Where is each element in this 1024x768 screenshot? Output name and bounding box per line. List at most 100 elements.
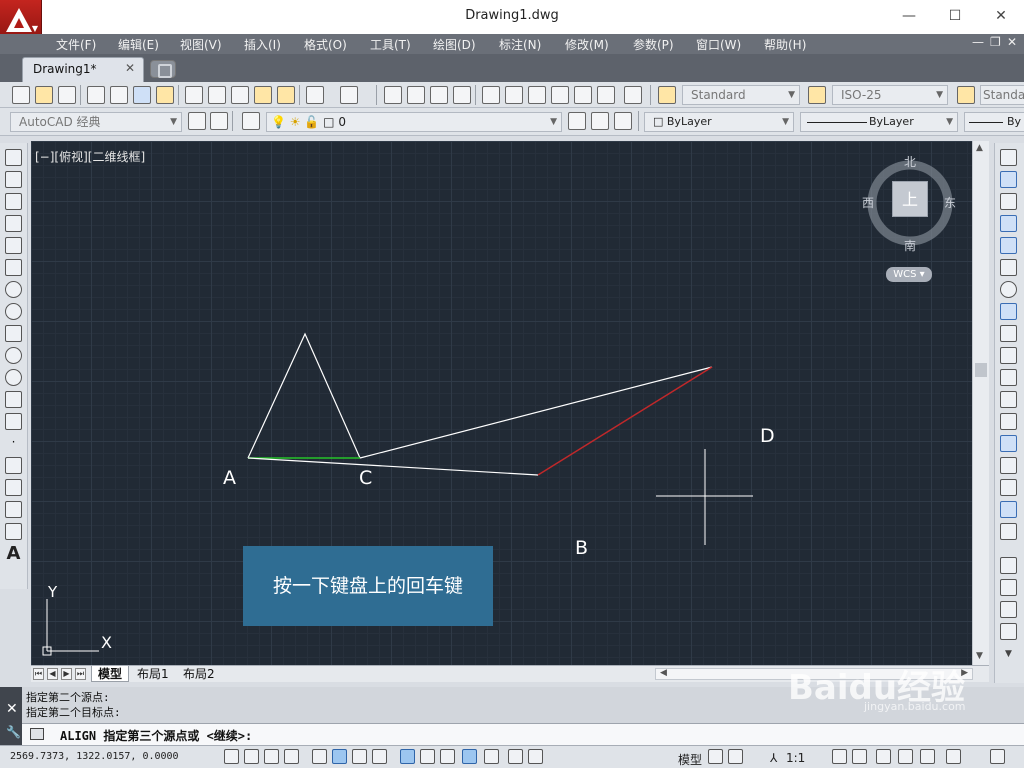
menu-help[interactable]: 帮助(H) bbox=[764, 36, 806, 53]
vertical-scrollbar[interactable]: ▲ ▼ bbox=[972, 141, 989, 665]
offset-icon[interactable] bbox=[1000, 215, 1017, 232]
lineweight-icon[interactable] bbox=[440, 749, 455, 764]
dim-style-icon[interactable] bbox=[808, 86, 826, 104]
polygon-icon[interactable] bbox=[5, 215, 22, 232]
menu-window[interactable]: 窗口(W) bbox=[696, 36, 741, 53]
scroll-down-icon[interactable]: ▼ bbox=[976, 651, 983, 661]
break-at-point-icon[interactable] bbox=[1000, 391, 1017, 408]
circle-icon[interactable] bbox=[5, 281, 22, 298]
plot-preview-icon[interactable] bbox=[110, 86, 128, 104]
menu-modify[interactable]: 修改(M) bbox=[565, 36, 609, 53]
stretch-icon[interactable] bbox=[1000, 325, 1017, 342]
color-select[interactable]: □ ByLayer ▼ bbox=[644, 112, 794, 132]
dim-style-select[interactable]: ISO-25 ▼ bbox=[832, 85, 948, 105]
ortho-mode-icon[interactable] bbox=[284, 749, 299, 764]
properties-icon[interactable] bbox=[482, 86, 500, 104]
text-style-select[interactable]: Standard ▼ bbox=[682, 85, 800, 105]
close-window-button[interactable]: ✕ bbox=[978, 4, 1024, 28]
block-editor-icon[interactable] bbox=[277, 86, 295, 104]
menu-file[interactable]: 文件(F) bbox=[56, 36, 96, 53]
draw-order-above-icon[interactable] bbox=[1000, 601, 1017, 618]
compass-north[interactable]: 北 bbox=[904, 153, 916, 170]
scroll-left-icon[interactable]: ◀ bbox=[660, 668, 667, 678]
draw-order-under-icon[interactable] bbox=[1000, 623, 1017, 640]
break-icon[interactable] bbox=[1000, 413, 1017, 430]
cursor-coordinates[interactable]: 2569.7373, 1322.0157, 0.0000 bbox=[10, 751, 179, 762]
clean-screen-icon[interactable] bbox=[990, 749, 1005, 764]
polyline-icon[interactable] bbox=[5, 193, 22, 210]
explode-icon[interactable] bbox=[1000, 523, 1017, 540]
dynamic-ucs-icon[interactable] bbox=[400, 749, 415, 764]
zoom-realtime-icon[interactable] bbox=[407, 86, 425, 104]
layer-select[interactable]: 💡 ☀ 🔓 □ 0 ▼ bbox=[266, 112, 562, 132]
menu-parametric[interactable]: 参数(P) bbox=[633, 36, 674, 53]
tab-drawing1[interactable]: Drawing1* ✕ bbox=[22, 57, 144, 82]
recent-commands-icon[interactable] bbox=[30, 728, 44, 740]
draw-order-back-icon[interactable] bbox=[1000, 579, 1017, 596]
mdi-close-icon[interactable]: ✕ bbox=[1007, 35, 1017, 49]
match-properties-icon[interactable] bbox=[254, 86, 272, 104]
construction-line-icon[interactable] bbox=[5, 171, 22, 188]
workspace-toggle-icon[interactable] bbox=[210, 112, 228, 130]
scale-icon[interactable] bbox=[1000, 303, 1017, 320]
annotation-monitor-icon[interactable] bbox=[528, 749, 543, 764]
dynamic-input-icon[interactable] bbox=[420, 749, 435, 764]
scroll-up-icon[interactable]: ▲ bbox=[976, 143, 983, 153]
isolate-objects-icon[interactable] bbox=[946, 749, 961, 764]
pan-icon[interactable] bbox=[384, 86, 402, 104]
calculator-icon[interactable] bbox=[597, 86, 615, 104]
extend-icon[interactable] bbox=[1000, 369, 1017, 386]
quick-properties-icon[interactable] bbox=[484, 749, 499, 764]
workspace-select[interactable]: AutoCAD 经典 ▼ bbox=[10, 112, 182, 132]
text-style-icon[interactable] bbox=[658, 86, 676, 104]
layer-manager-icon[interactable] bbox=[242, 112, 260, 130]
layer-state-icon[interactable] bbox=[614, 112, 632, 130]
open-file-icon[interactable] bbox=[35, 86, 53, 104]
menu-insert[interactable]: 插入(I) bbox=[244, 36, 281, 53]
table-icon[interactable] bbox=[5, 523, 22, 540]
move-icon[interactable] bbox=[1000, 259, 1017, 276]
table-style-icon[interactable] bbox=[957, 86, 975, 104]
toolbar-scroll-down-icon[interactable]: ▼ bbox=[1005, 649, 1012, 659]
line-icon[interactable] bbox=[5, 149, 22, 166]
viewcube-top-face[interactable]: 上 bbox=[892, 181, 928, 217]
menu-view[interactable]: 视图(V) bbox=[180, 36, 222, 53]
erase-icon[interactable] bbox=[1000, 149, 1017, 166]
make-block-icon[interactable] bbox=[5, 413, 22, 430]
table-style-select[interactable]: Standa bbox=[980, 85, 1024, 105]
new-file-icon[interactable] bbox=[12, 86, 30, 104]
copy-icon[interactable] bbox=[208, 86, 226, 104]
tab-layout2[interactable]: 布局2 bbox=[177, 666, 221, 682]
design-center-icon[interactable] bbox=[505, 86, 523, 104]
rotate-icon[interactable] bbox=[1000, 281, 1017, 298]
revision-cloud-icon[interactable] bbox=[5, 303, 22, 320]
mdi-restore-icon[interactable]: ❐ bbox=[990, 35, 1001, 49]
compass-west[interactable]: 西 bbox=[862, 194, 874, 211]
first-layout-icon[interactable]: ⏮ bbox=[33, 668, 44, 680]
polar-tracking-icon[interactable] bbox=[312, 749, 327, 764]
3d-print-icon[interactable] bbox=[156, 86, 174, 104]
join-icon[interactable] bbox=[1000, 435, 1017, 452]
publish-icon[interactable] bbox=[133, 86, 151, 104]
linetype-select[interactable]: ByLayer ▼ bbox=[800, 112, 958, 132]
zoom-previous-icon[interactable] bbox=[453, 86, 471, 104]
help-icon[interactable] bbox=[624, 86, 642, 104]
last-layout-icon[interactable]: ⏭ bbox=[75, 668, 86, 680]
undo-icon[interactable] bbox=[306, 86, 324, 104]
hardware-acceleration-icon[interactable] bbox=[920, 749, 935, 764]
trim-icon[interactable] bbox=[1000, 347, 1017, 364]
selection-cycling-icon[interactable] bbox=[508, 749, 523, 764]
customize-wrench-icon[interactable]: 🔧 bbox=[6, 725, 21, 739]
menu-dimension[interactable]: 标注(N) bbox=[499, 36, 541, 53]
quick-view-layouts-icon[interactable] bbox=[708, 749, 723, 764]
3d-object-snap-icon[interactable] bbox=[352, 749, 367, 764]
layer-previous-icon[interactable] bbox=[591, 112, 609, 130]
ellipse-arc-icon[interactable] bbox=[5, 369, 22, 386]
minimize-button[interactable]: — bbox=[886, 4, 932, 28]
lineweight-select[interactable]: By bbox=[964, 112, 1024, 132]
close-command-window-icon[interactable]: ✕ bbox=[6, 701, 18, 717]
menu-format[interactable]: 格式(O) bbox=[304, 36, 347, 53]
workspace-settings-icon[interactable] bbox=[188, 112, 206, 130]
chamfer-icon[interactable] bbox=[1000, 457, 1017, 474]
quick-view-drawings-icon[interactable] bbox=[728, 749, 743, 764]
